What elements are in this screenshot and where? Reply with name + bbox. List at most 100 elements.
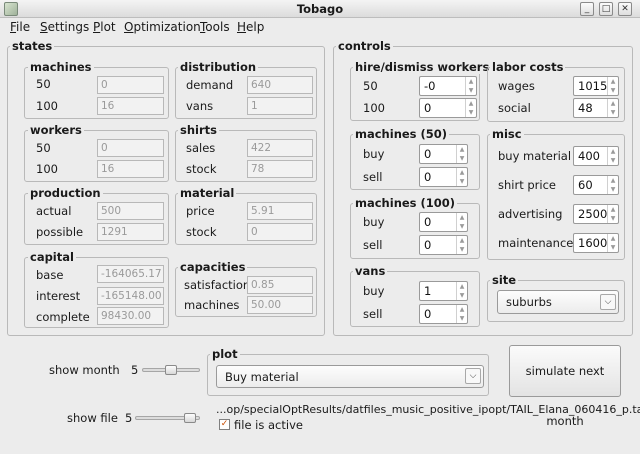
menu-tools[interactable]: Tools [200, 20, 230, 34]
spin-down-icon[interactable]: ▼ [457, 291, 467, 300]
spin-down-icon[interactable]: ▼ [608, 185, 618, 194]
spin-up-icon[interactable]: ▲ [608, 205, 618, 214]
machines50-buy-spinbox[interactable]: 0 ▲ ▼ [419, 144, 468, 164]
machines50-sell-spinbox[interactable]: 0 ▲ ▼ [419, 167, 468, 187]
spin-up-icon[interactable]: ▲ [457, 305, 467, 314]
plot-value: Buy material [225, 370, 299, 384]
spin-arrows[interactable]: ▲ ▼ [607, 147, 618, 165]
spin-arrows[interactable]: ▲ ▼ [607, 205, 618, 223]
price-label: price [186, 204, 215, 218]
spin-down-icon[interactable]: ▼ [608, 108, 618, 117]
machines-100-label: 100 [36, 99, 58, 113]
shirts-title: shirts [178, 123, 219, 137]
spin-arrows[interactable]: ▲ ▼ [465, 99, 476, 117]
machines100-sell-value: 0 [424, 238, 432, 252]
minimize-icon[interactable]: _ [580, 2, 594, 16]
spin-up-icon[interactable]: ▲ [608, 99, 618, 108]
shirt-price-spinbox[interactable]: 60 ▲ ▼ [573, 175, 619, 195]
spin-down-icon[interactable]: ▼ [608, 243, 618, 252]
machines50-sell-value: 0 [424, 170, 432, 184]
spin-up-icon[interactable]: ▲ [466, 99, 476, 108]
buy-material-label: buy material [498, 149, 572, 163]
spin-up-icon[interactable]: ▲ [608, 234, 618, 243]
machines100-buy-value: 0 [424, 215, 432, 229]
file-active-checkbox[interactable]: ✓ [219, 419, 230, 430]
chevron-down-icon[interactable]: ⌵ [600, 294, 616, 310]
maintenance-spinbox[interactable]: 1600 ▲ ▼ [573, 233, 619, 253]
machines50-title: machines (50) [353, 127, 450, 141]
spin-up-icon[interactable]: ▲ [466, 77, 476, 86]
vans-sell-spinbox[interactable]: 0 ▲ ▼ [419, 304, 468, 324]
site-title: site [490, 273, 519, 287]
spin-arrows[interactable]: ▲ ▼ [607, 234, 618, 252]
spin-down-icon[interactable]: ▼ [457, 245, 467, 254]
vans-buy-label: buy [363, 284, 385, 298]
spin-down-icon[interactable]: ▼ [608, 156, 618, 165]
show-month-slider-handle[interactable] [165, 365, 177, 375]
chevron-down-icon[interactable]: ⌵ [465, 368, 481, 384]
spin-arrows[interactable]: ▲ ▼ [607, 176, 618, 194]
demand-value: 640 [247, 76, 313, 94]
spin-arrows[interactable]: ▲ ▼ [456, 145, 467, 163]
spin-up-icon[interactable]: ▲ [608, 77, 618, 86]
vans-state-label: vans [186, 99, 214, 113]
maximize-icon[interactable]: □ [599, 2, 613, 16]
spin-up-icon[interactable]: ▲ [457, 213, 467, 222]
menu-bar: File Settings Plot Optimization Tools He… [0, 18, 640, 38]
shirt-price-value: 60 [578, 178, 593, 192]
shirt-price-label: shirt price [498, 178, 556, 192]
vans-buy-spinbox[interactable]: 1 ▲ ▼ [419, 281, 468, 301]
wages-spinbox[interactable]: 1015 ▲ ▼ [573, 76, 619, 96]
show-file-slider-handle[interactable] [183, 413, 196, 423]
complete-label: complete [36, 310, 90, 324]
spin-arrows[interactable]: ▲ ▼ [456, 168, 467, 186]
social-spinbox[interactable]: 48 ▲ ▼ [573, 98, 619, 118]
show-file-label: show file [67, 411, 118, 425]
site-select[interactable]: suburbs ⌵ [497, 290, 619, 314]
spin-down-icon[interactable]: ▼ [608, 214, 618, 223]
spin-up-icon[interactable]: ▲ [608, 147, 618, 156]
spin-up-icon[interactable]: ▲ [457, 282, 467, 291]
maintenance-value: 1600 [578, 236, 608, 250]
spin-arrows[interactable]: ▲ ▼ [456, 282, 467, 300]
spin-down-icon[interactable]: ▼ [457, 154, 467, 163]
spin-arrows[interactable]: ▲ ▼ [607, 99, 618, 117]
machines50-sell-label: sell [363, 170, 383, 184]
spin-down-icon[interactable]: ▼ [457, 314, 467, 323]
plot-select[interactable]: Buy material ⌵ [216, 365, 484, 388]
advertising-spinbox[interactable]: 2500 ▲ ▼ [573, 204, 619, 224]
spin-down-icon[interactable]: ▼ [466, 86, 476, 95]
show-file-value: 5 [125, 411, 133, 425]
vans-state-value: 1 [247, 97, 313, 115]
spin-arrows[interactable]: ▲ ▼ [456, 305, 467, 323]
spin-arrows[interactable]: ▲ ▼ [456, 236, 467, 254]
spin-down-icon[interactable]: ▼ [457, 177, 467, 186]
spin-up-icon[interactable]: ▲ [457, 168, 467, 177]
hire-50-spinbox[interactable]: -0 ▲ ▼ [419, 76, 477, 96]
maintenance-label: maintenance [498, 236, 574, 250]
menu-settings[interactable]: Settings [40, 20, 89, 34]
simulate-next-month-button[interactable]: simulate next month [509, 345, 621, 428]
menu-help[interactable]: Help [237, 20, 264, 34]
spin-arrows[interactable]: ▲ ▼ [456, 213, 467, 231]
labor-costs-title: labor costs [490, 60, 566, 74]
spin-up-icon[interactable]: ▲ [457, 236, 467, 245]
spin-down-icon[interactable]: ▼ [457, 222, 467, 231]
close-icon[interactable]: ✕ [618, 2, 632, 16]
workers-50-label: 50 [36, 141, 51, 155]
spin-up-icon[interactable]: ▲ [457, 145, 467, 154]
menu-file[interactable]: File [10, 20, 30, 34]
spin-up-icon[interactable]: ▲ [608, 176, 618, 185]
menu-plot[interactable]: Plot [93, 20, 116, 34]
spin-down-icon[interactable]: ▼ [466, 108, 476, 117]
machines100-buy-spinbox[interactable]: 0 ▲ ▼ [419, 212, 468, 232]
hire-dismiss-title: hire/dismiss workers [353, 60, 492, 74]
spin-down-icon[interactable]: ▼ [608, 86, 618, 95]
machines100-sell-spinbox[interactable]: 0 ▲ ▼ [419, 235, 468, 255]
interest-value: -165148.00 [97, 287, 164, 305]
hire-100-spinbox[interactable]: 0 ▲ ▼ [419, 98, 477, 118]
menu-optimization[interactable]: Optimization [124, 20, 201, 34]
spin-arrows[interactable]: ▲ ▼ [607, 77, 618, 95]
spin-arrows[interactable]: ▲ ▼ [465, 77, 476, 95]
buy-material-spinbox[interactable]: 400 ▲ ▼ [573, 146, 619, 166]
